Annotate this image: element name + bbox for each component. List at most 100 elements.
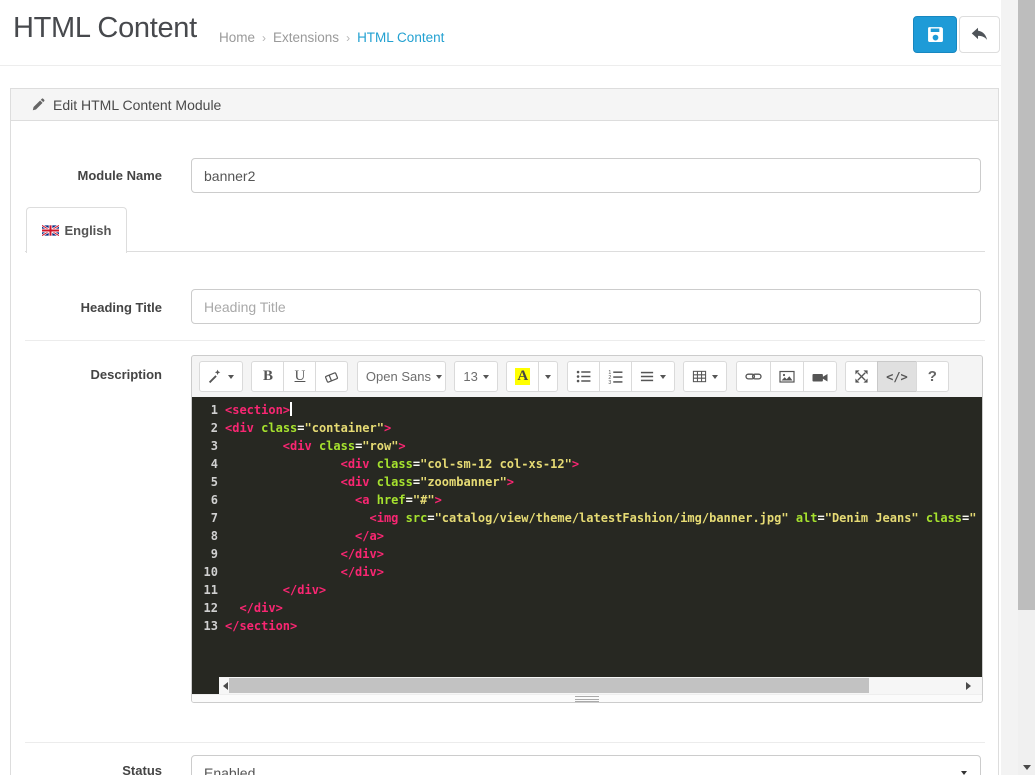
unordered-list-button[interactable] [566,361,600,392]
insert-picture-button[interactable] [769,361,804,392]
panel-heading: Edit HTML Content Module [10,88,999,121]
line-number: 7 [210,511,218,525]
html-content-module-page: HTML Content Home › Extensions › HTML Conten… [0,0,1035,775]
code-line[interactable]: </div> [225,581,982,599]
breadcrumb: Home › Extensions › HTML Content [219,30,444,45]
code-horizontal-scrollbar [192,677,982,694]
code-line[interactable]: <div class="col-sm-12 col-xs-12"> [225,455,982,473]
line-number: 9 [210,547,218,561]
description-label: Description [90,367,162,382]
form-divider-2 [25,742,985,743]
breadcrumb-item[interactable]: Extensions [273,30,339,45]
save-icon [927,26,944,43]
unordered-list-icon [576,369,591,384]
line-number: 13 [203,619,218,633]
code-line[interactable]: </div> [225,563,982,581]
code-line[interactable]: </div> [225,599,982,617]
insert-video-button[interactable] [802,361,837,392]
hscroll-thumb[interactable] [229,678,869,693]
tab-border [25,251,985,252]
code-line-numbers: 1 2 3 4 5 6 7 8 9 10 11 12 13 [192,397,225,677]
back-button[interactable] [959,16,1000,53]
uk-flag-icon [41,225,65,236]
chevron-down-icon [712,374,719,379]
line-number: 11 [203,583,218,597]
module-name-label: Module Name [77,168,162,183]
underline-button[interactable]: U [283,361,317,392]
image-icon [779,369,795,384]
chevron-down-icon [545,374,552,379]
chevron-down-icon [435,374,442,379]
code-line[interactable]: <a href="#"> [225,491,982,509]
line-number: 3 [210,439,218,453]
status-select-value: Enabled [204,764,256,775]
scroll-down-arrow-icon[interactable] [1018,762,1035,772]
magic-wand-icon [208,369,223,384]
code-line[interactable]: <section> [225,401,982,419]
editor-toolbar: B U Open Sans 13 A 1 2 3 </> ? [192,356,982,397]
line-number: 4 [210,457,218,471]
codeview-button[interactable]: </> [877,361,917,392]
font-color-dropdown[interactable] [538,361,559,392]
scroll-right-arrow-icon[interactable] [962,677,974,694]
module-name-input[interactable] [191,158,981,193]
chevron-down-icon [228,374,234,379]
line-number: 1 [210,403,218,417]
hscroll-track[interactable] [219,677,982,694]
line-number: 8 [210,529,218,543]
insert-link-button[interactable] [735,361,771,392]
breadcrumb-item[interactable]: Home [219,30,255,45]
breadcrumb-separator: › [262,31,267,45]
chevron-down-icon [659,374,666,379]
page-vertical-scrollbar[interactable] [1018,0,1035,775]
heading-title-input[interactable] [191,289,981,324]
align-lines-icon [640,369,655,384]
code-line[interactable]: </section> [225,617,982,635]
font-color-button[interactable]: A [506,361,540,392]
tab-english-label: English [64,223,112,238]
code-line[interactable]: <div class="row"> [225,437,982,455]
breadcrumb-separator: › [346,31,351,45]
status-label: Status [122,763,162,775]
font-family-dropdown[interactable]: Open Sans [356,361,446,392]
chevron-down-icon [482,374,489,379]
breadcrumb-item[interactable]: HTML Content [357,30,444,45]
code-content[interactable]: <section> <div class="container"> <div cl… [225,397,982,677]
svg-text:3: 3 [608,380,611,384]
code-editor[interactable]: 1 2 3 4 5 6 7 8 9 10 11 12 13 <section> <div class="c… [192,397,982,677]
line-number: 12 [203,601,218,615]
vscroll-thumb[interactable] [1018,0,1035,610]
video-camera-icon [812,369,828,384]
select-arrow-icon [961,770,967,775]
page-title: HTML Content [13,12,197,44]
form-divider-1 [25,340,985,341]
line-number: 10 [203,565,218,579]
help-button[interactable]: ? [915,361,949,392]
status-select[interactable]: Enabled [191,755,981,775]
fullscreen-button[interactable] [845,361,879,392]
save-button[interactable] [913,16,957,53]
line-number: 6 [210,493,218,507]
line-number: 5 [210,475,218,489]
editor-resize-handle[interactable] [192,694,982,702]
bold-button[interactable]: B [251,361,285,392]
text-cursor [290,402,292,416]
code-line[interactable]: </a> [225,527,982,545]
code-line[interactable]: </div> [225,545,982,563]
code-line[interactable]: <img src="catalog/view/theme/latestFashi… [225,509,982,527]
line-number: 2 [210,421,218,435]
clear-format-button[interactable] [315,361,349,392]
font-size-dropdown[interactable]: 13 [454,361,498,392]
chain-link-icon [744,369,762,384]
table-grid-icon [692,369,707,384]
paragraph-dropdown[interactable] [630,361,675,392]
pencil-icon [32,98,53,111]
style-dropdown-button[interactable] [199,361,243,392]
code-line[interactable]: <div class="container"> [225,419,982,437]
table-dropdown[interactable] [683,361,728,392]
code-line[interactable]: <div class="zoombanner"> [225,473,982,491]
tab-english[interactable]: English [26,207,127,253]
ordered-list-icon: 123 [608,369,623,384]
heading-title-label: Heading Title [80,300,162,315]
ordered-list-button[interactable]: 123 [598,361,632,392]
